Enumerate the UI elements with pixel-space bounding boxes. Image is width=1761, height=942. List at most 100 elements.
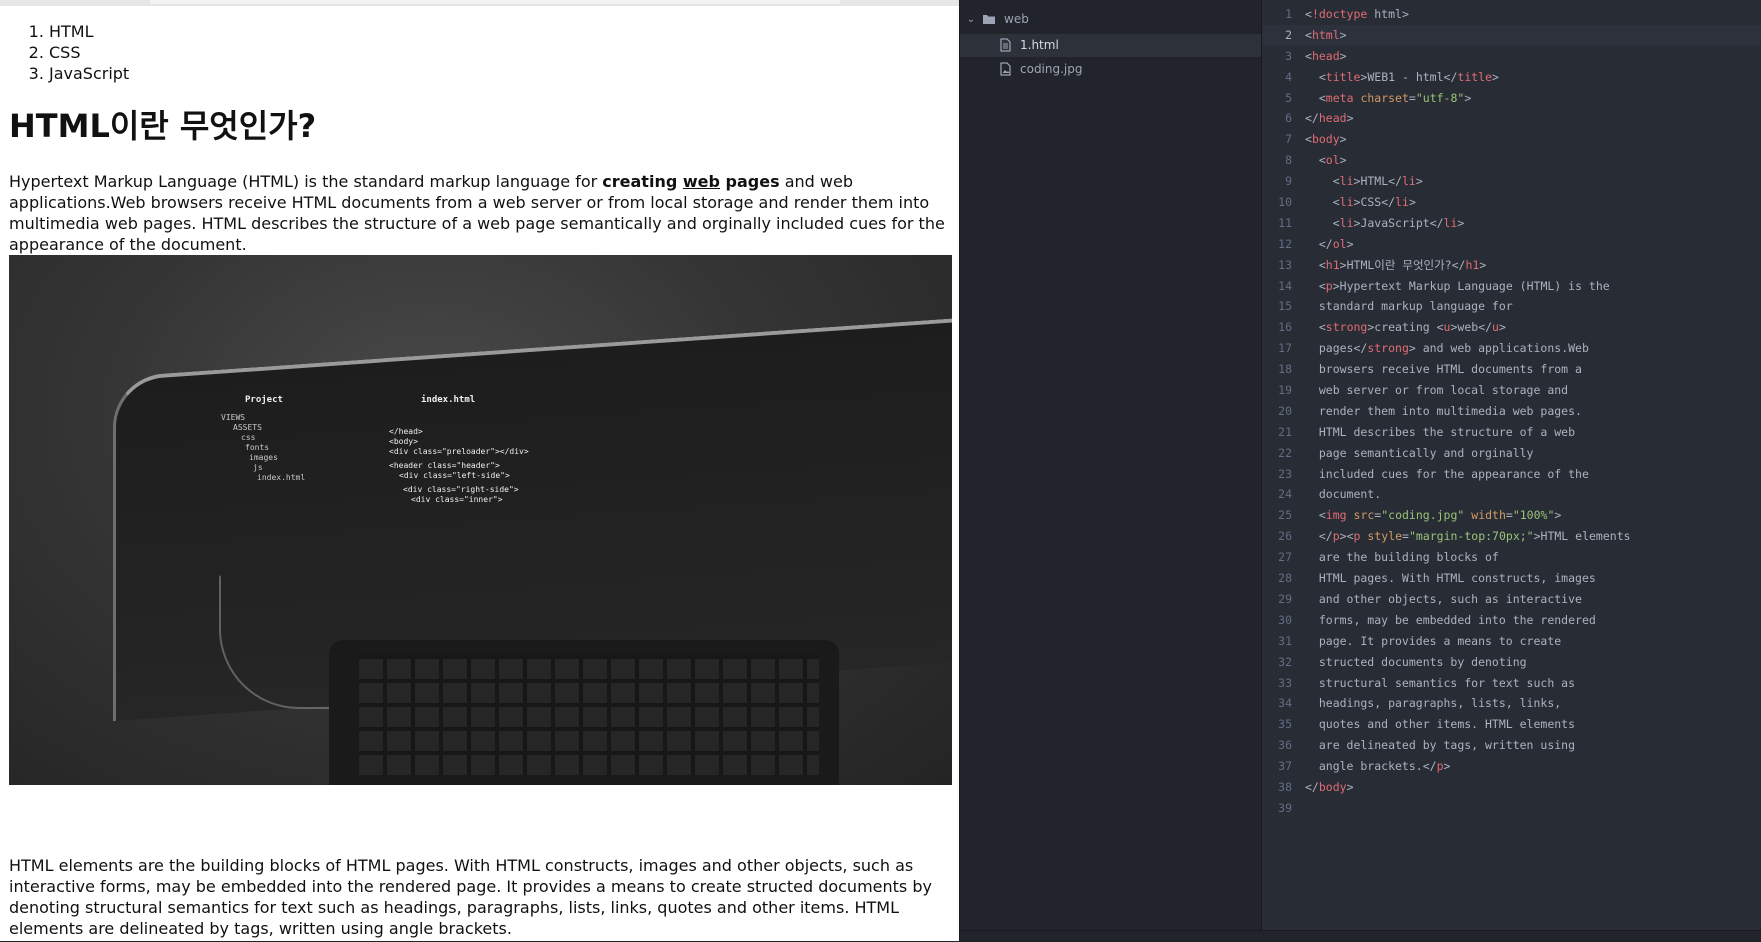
photo-panel-title: Project [245,395,283,405]
line-number: 28 [1278,571,1292,586]
code-line[interactable]: document. [1305,484,1631,505]
list-item: HTML [49,21,949,42]
line-number: 24 [1278,487,1292,502]
code-line[interactable]: standard markup language for [1305,296,1631,317]
line-number: 4 [1285,69,1292,84]
code-line[interactable]: quotes and other items. HTML elements [1305,714,1631,735]
code-line[interactable]: <li>HTML</li> [1305,171,1631,192]
code-line[interactable]: <h1>HTML이란 무엇인가?</h1> [1305,255,1631,276]
list-item: JavaScript [49,63,949,84]
code-line[interactable]: <ol> [1305,150,1631,171]
file-label: coding.jpg [1020,62,1083,76]
photo-tree-line: css [241,433,256,442]
laptop-keyboard [359,655,819,775]
code-line[interactable]: <img src="coding.jpg" width="100%"> [1305,505,1631,526]
line-number: 6 [1285,111,1292,126]
folder-icon [983,15,995,24]
line-number: 5 [1285,90,1292,105]
coding-photo: Project index.html VIEWS ASSETS css font… [9,255,952,785]
tree-file-1-html[interactable]: 1.html [960,34,1262,57]
code-line[interactable]: <li>CSS</li> [1305,192,1631,213]
code-line[interactable]: web server or from local storage and [1305,380,1631,401]
code-line[interactable]: browsers receive HTML documents from a [1305,359,1631,380]
code-line[interactable]: <meta charset="utf-8"> [1305,88,1631,109]
code-line[interactable]: are delineated by tags, written using [1305,735,1631,756]
browser-viewport: HTML CSS JavaScript HTML이란 무엇인가? Hyperte… [0,0,960,941]
code-line[interactable]: <body> [1305,129,1631,150]
line-number: 22 [1278,445,1292,460]
code-line[interactable]: <title>WEB1 - html</title> [1305,67,1631,88]
strong-end: pages [719,172,780,191]
page-heading: HTML이란 무엇인가? [9,107,317,145]
code-line[interactable]: structed documents by denoting [1305,652,1631,673]
horizontal-scrollbar[interactable] [0,0,960,6]
line-number: 8 [1285,153,1292,168]
line-number: 11 [1278,215,1292,230]
code-area[interactable]: <!doctype html> <html> <head> <title>WEB1 … [1305,4,1631,819]
line-number: 15 [1278,299,1292,314]
code-line[interactable] [1305,798,1631,819]
photo-tree-line: index.html [257,473,306,482]
line-number: 38 [1278,779,1292,794]
code-line[interactable]: <strong>creating <u>web</u> [1305,317,1631,338]
line-number: 13 [1278,257,1292,272]
strong-start: creating [602,172,683,191]
photo-code-line: <body> [389,437,418,446]
line-number: 21 [1278,424,1292,439]
underlined-text: web [682,172,720,191]
second-paragraph: HTML elements are the building blocks of… [9,856,932,938]
code-line[interactable]: </p><p style="margin-top:70px;">HTML ele… [1305,526,1631,547]
file-label: 1.html [1020,38,1059,52]
code-line[interactable]: <html> [1305,25,1631,46]
tree-folder-web[interactable]: ⌄ web [960,8,1262,31]
code-line[interactable]: HTML describes the structure of a web [1305,422,1631,443]
photo-code-line: <div class="preloader"></div> [389,447,529,456]
line-number: 14 [1278,278,1292,293]
code-line[interactable]: included cues for the appearance of the [1305,464,1631,485]
line-number: 31 [1278,633,1292,648]
code-line[interactable]: <head> [1305,46,1631,67]
tree-file-coding-jpg[interactable]: coding.jpg [960,58,1262,81]
photo-tab-title: index.html [421,395,476,405]
line-number-gutter: 1 2 3 4 5 6 7 8 9 10 11 12 13 14 15 16 17 18 19 20 21 22 23 24 2… [1262,4,1292,819]
file-tree-panel: ⌄ web 1.html coding.jpg [960,0,1262,941]
line-number: 33 [1278,675,1292,690]
line-number: 29 [1278,591,1292,606]
code-line[interactable]: </head> [1305,108,1631,129]
code-line[interactable]: and other objects, such as interactive [1305,589,1631,610]
code-line[interactable]: </ol> [1305,234,1631,255]
topic-list: HTML CSS JavaScript [9,21,949,84]
list-item: CSS [49,42,949,63]
scrollbar-thumb[interactable] [150,0,840,4]
line-number: 30 [1278,612,1292,627]
code-line[interactable]: <!doctype html> [1305,4,1631,25]
line-number: 16 [1278,320,1292,335]
code-editor[interactable]: 1 2 3 4 5 6 7 8 9 10 11 12 13 14 15 16 17 18 19 20 21 22 23 24 2… [1262,0,1761,941]
code-line[interactable]: <p>Hypertext Markup Language (HTML) is t… [1305,276,1631,297]
code-line[interactable]: <li>JavaScript</li> [1305,213,1631,234]
code-line[interactable]: headings, paragraphs, lists, links, [1305,693,1631,714]
image-file-icon [1000,62,1011,76]
line-number: 23 [1278,466,1292,481]
code-line[interactable]: page. It provides a means to create [1305,631,1631,652]
code-line[interactable]: </body> [1305,777,1631,798]
code-line[interactable]: HTML pages. With HTML constructs, images [1305,568,1631,589]
line-number: 39 [1278,800,1292,815]
line-number: 37 [1278,759,1292,774]
code-line[interactable]: structural semantics for text such as [1305,673,1631,694]
line-number: 7 [1285,132,1292,147]
code-line[interactable]: render them into multimedia web pages. [1305,401,1631,422]
line-number: 35 [1278,717,1292,732]
line-number: 32 [1278,654,1292,669]
code-line[interactable]: are the building blocks of [1305,547,1631,568]
code-line[interactable]: pages</strong> and web applications.Web [1305,338,1631,359]
photo-tree-line: VIEWS [221,413,246,422]
status-bar [960,930,1761,942]
code-line[interactable]: page semantically and orginally [1305,443,1631,464]
line-number: 9 [1285,174,1292,189]
intro-paragraph: Hypertext Markup Language (HTML) is the … [9,171,949,255]
line-number: 17 [1278,341,1292,356]
code-line[interactable]: angle brackets.</p> [1305,756,1631,777]
photo-tree-line: ASSETS [233,423,262,432]
code-line[interactable]: forms, may be embedded into the rendered [1305,610,1631,631]
